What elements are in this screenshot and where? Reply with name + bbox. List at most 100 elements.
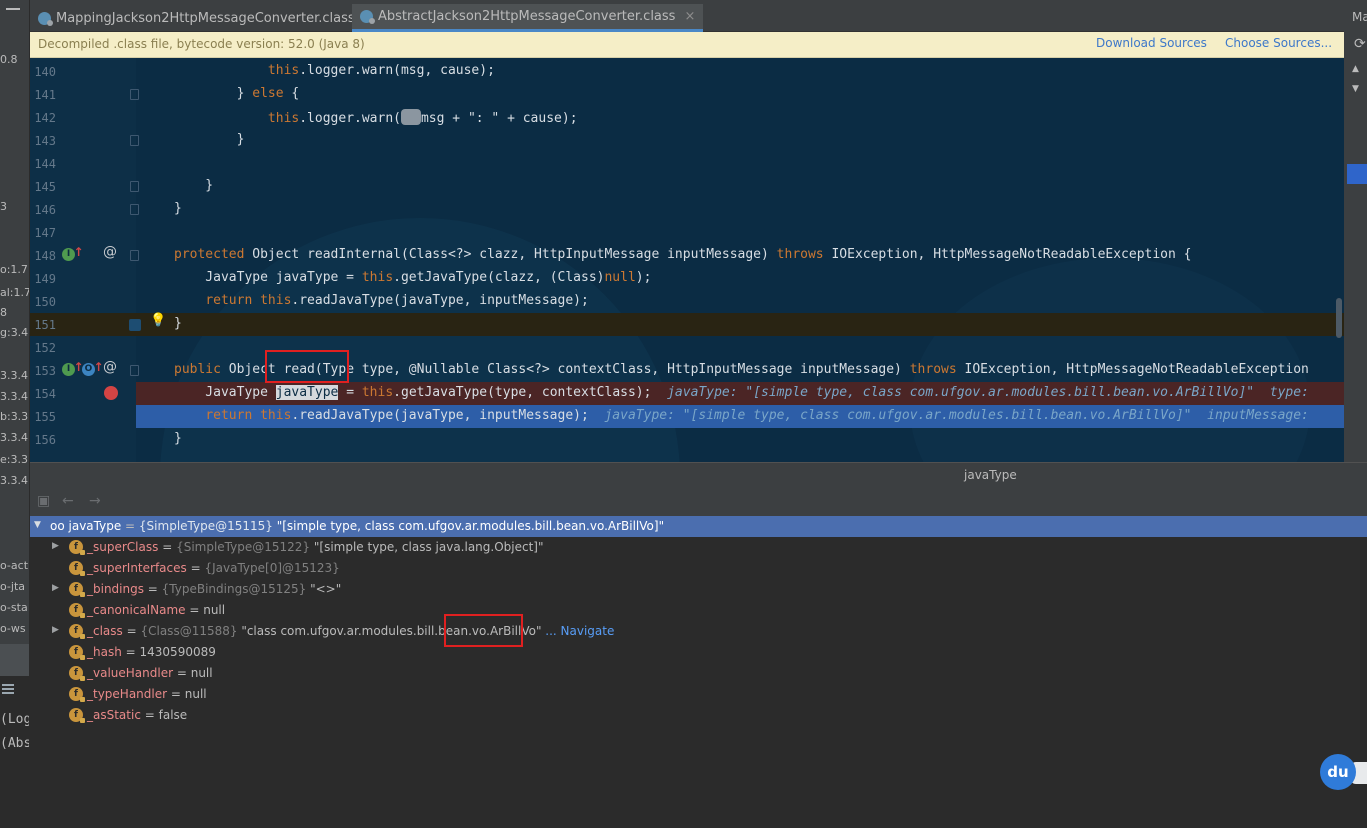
annotation-icon[interactable]: @ (103, 245, 117, 259)
forward-arrow-icon[interactable]: → (89, 493, 101, 509)
field-icon: f (69, 540, 85, 555)
field-icon: f (69, 624, 85, 639)
annotation-icon[interactable]: @ (103, 360, 117, 374)
refresh-icon[interactable]: ⟳ (1354, 36, 1366, 52)
back-arrow-icon[interactable]: ← (62, 493, 74, 509)
breakpoint-icon[interactable] (104, 386, 118, 400)
code-editor[interactable]: 140 this.logger.warn(msg, cause); 141 } … (30, 58, 1344, 462)
tree-view-icon[interactable]: ▣ (37, 493, 50, 509)
line-number: 151 (34, 318, 56, 332)
lightbulb-icon[interactable]: 💡 (150, 314, 166, 327)
variable-field-row[interactable]: f _valueHandler = null (30, 663, 1367, 684)
tab-mapping-jackson2[interactable]: MappingJackson2HttpMessageConverter.clas… (30, 4, 383, 32)
debug-popup-toolbar: ▣ ← → (30, 486, 1367, 516)
code-text: this.logger.warn(msg, cause); (267, 63, 495, 78)
scroll-down-icon[interactable]: ▼ (1352, 84, 1359, 94)
field-name: _class (87, 624, 123, 638)
code-text: return this.readJavaType(javaType, input… (205, 293, 589, 308)
field-name: _bindings (87, 582, 144, 596)
fold-marker-icon[interactable] (130, 250, 139, 261)
code-line-breakpoint: 154 JavaType javaType = this.getJavaType… (30, 382, 1344, 405)
fold-marker-icon[interactable] (130, 181, 139, 192)
line-number: 142 (34, 111, 56, 125)
code-line: 147 (30, 221, 1344, 244)
maven-tool-label[interactable]: Ma (1352, 10, 1367, 24)
override-up-icon[interactable]: ↑ (72, 246, 85, 259)
field-icon: f (69, 603, 85, 618)
download-sources-link[interactable]: Download Sources (1096, 36, 1207, 50)
console-line: (Log (0, 712, 30, 727)
line-number: 144 (34, 157, 56, 171)
code-line: 153 I ↑ O ↑ @ public Object read(Type ty… (30, 359, 1344, 382)
expand-arrow-icon[interactable]: ▶ (52, 583, 59, 593)
field-name: _superInterfaces (87, 561, 187, 575)
class-file-icon (38, 11, 53, 26)
bookmark-icon[interactable] (129, 319, 141, 331)
variable-field-row[interactable]: f _asStatic = false (30, 705, 1367, 726)
collapse-arrow-icon[interactable]: ▼ (34, 520, 41, 530)
field-type: {SimpleType@15122} (176, 540, 311, 554)
code-line: 141 } else { (30, 83, 1344, 106)
tab-abstract-jackson2[interactable]: AbstractJackson2HttpMessageConverter.cla… (352, 4, 704, 32)
editor-scrollbar-thumb[interactable] (1336, 298, 1342, 338)
menu-icon[interactable] (2, 684, 14, 694)
inline-debug-value: javaType: "[simple type, class com.ufgov… (588, 408, 1317, 423)
code-text: } (174, 201, 182, 216)
variables-tree: ▼ oo javaType = {SimpleType@15115} "[sim… (30, 516, 1367, 828)
debug-popup-title: javaType (964, 468, 1017, 482)
choose-sources-link[interactable]: Choose Sources... (1225, 36, 1332, 50)
fold-marker-icon[interactable] (130, 89, 139, 100)
tab-label: AbstractJackson2HttpMessageConverter.cla… (378, 9, 676, 24)
left-strip-text: o-sta (0, 601, 28, 614)
code-line: 140 this.logger.warn(msg, cause); (30, 60, 1344, 83)
collapse-icon[interactable] (6, 8, 20, 10)
variable-field-row[interactable]: ▶ f _superClass = {SimpleType@15122} "[sim… (30, 537, 1367, 558)
class-file-icon (360, 10, 375, 24)
code-line: 142 this.logger.warn(msg + ": " + cause)… (30, 106, 1344, 129)
left-strip-text: o-jta (0, 580, 26, 593)
fold-marker-icon[interactable] (130, 204, 139, 215)
variable-field-row[interactable]: ▶ f _class = {Class@11588} "class com.ufgo… (30, 621, 1367, 642)
line-number: 145 (34, 180, 56, 194)
field-name: _asStatic (87, 708, 141, 722)
fold-marker-icon[interactable] (130, 135, 139, 146)
code-text: } (174, 431, 182, 446)
tab-label: MappingJackson2HttpMessageConverter.clas… (56, 10, 355, 26)
field-type: {Class@11588} (140, 624, 238, 638)
code-line: 149 JavaType javaType = this.getJavaType… (30, 267, 1344, 290)
code-text: JavaType javaType = this.getJavaType(typ… (174, 385, 1317, 400)
field-value: null (203, 603, 226, 617)
expand-arrow-icon[interactable]: ▶ (52, 625, 59, 635)
debug-popup-title-bar: javaType (30, 462, 1367, 486)
line-number: 140 (34, 65, 56, 79)
code-text: } else { (174, 86, 300, 101)
line-number: 141 (34, 88, 56, 102)
line-number: 148 (34, 249, 56, 263)
du-floating-badge[interactable]: du (1320, 754, 1356, 790)
variable-field-row[interactable]: f _superInterfaces = {JavaType[0]@15123} (30, 558, 1367, 579)
left-strip-text: 3.3.4 (0, 431, 28, 444)
field-icon: f (69, 708, 85, 723)
variable-field-row[interactable]: f _hash = 1430590089 (30, 642, 1367, 663)
variable-field-row[interactable]: ▶ f _bindings = {TypeBindings@15125} "<>" (30, 579, 1367, 600)
scroll-up-icon[interactable]: ▲ (1352, 64, 1359, 74)
variable-field-row[interactable]: f _canonicalName = null (30, 600, 1367, 621)
editor-tab-bar: MappingJackson2HttpMessageConverter.clas… (30, 0, 1344, 32)
expand-arrow-icon[interactable]: ▶ (52, 541, 59, 551)
code-line: 148 I ↑ @ protected Object readInternal(… (30, 244, 1344, 267)
line-number: 150 (34, 295, 56, 309)
navigate-link[interactable]: ... Navigate (541, 624, 614, 638)
line-number: 147 (34, 226, 56, 240)
left-strip-text: g:3.4 (0, 326, 29, 339)
variable-root-row[interactable]: ▼ oo javaType = {SimpleType@15115} "[sim… (30, 516, 1367, 537)
left-strip-selected-row (0, 644, 29, 676)
fold-marker-icon[interactable] (130, 365, 139, 376)
parameter-hint-chip (400, 109, 421, 125)
variable-field-row[interactable]: f _typeHandler = null (30, 684, 1367, 705)
left-strip-text: 3.3.4 (0, 390, 28, 403)
close-icon[interactable]: × (684, 9, 695, 24)
left-strip-text: 3 (0, 200, 7, 213)
console-line: (Abs (0, 736, 30, 751)
variable-value: "[simple type, class com.ufgov.ar.module… (272, 519, 665, 533)
left-strip-text: o-ws (0, 622, 26, 635)
